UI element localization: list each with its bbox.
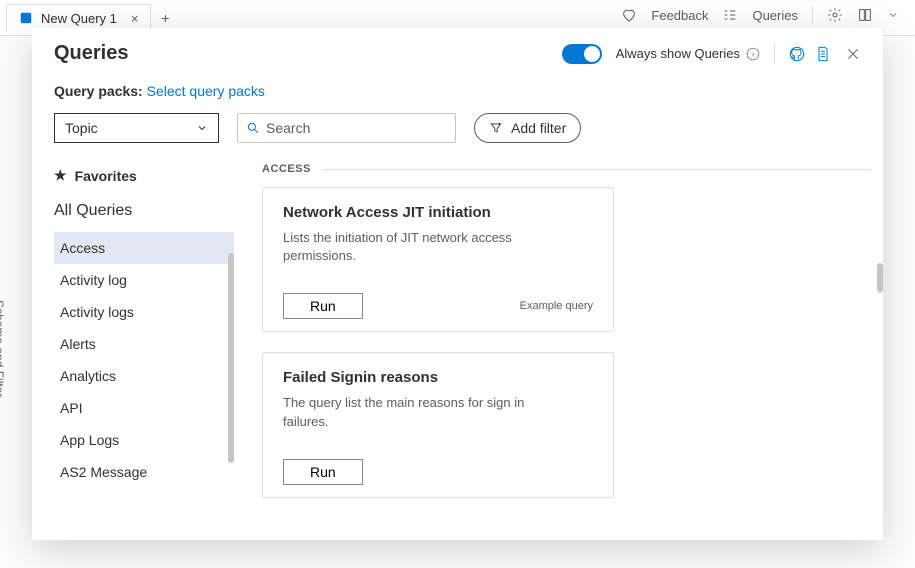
section-label: ACCESS	[262, 163, 311, 175]
example-query-label: Example query	[520, 300, 593, 312]
always-show-label: Always show Queries	[616, 46, 740, 61]
divider	[323, 169, 871, 170]
query-card: Network Access JIT initiationLists the i…	[262, 187, 614, 332]
sidebar-item-analytics[interactable]: Analytics	[54, 360, 234, 392]
controls-row: Topic Add filter	[32, 113, 883, 153]
search-input[interactable]	[266, 120, 447, 136]
run-button[interactable]: Run	[283, 293, 363, 319]
separator	[774, 44, 775, 64]
main-scrollbar-thumb[interactable]	[877, 263, 883, 293]
card-title: Failed Signin reasons	[283, 369, 593, 394]
dropdown-value: Topic	[65, 120, 98, 136]
topic-dropdown[interactable]: Topic	[54, 113, 219, 143]
star-icon: ★	[54, 167, 67, 184]
document-icon[interactable]	[815, 46, 831, 62]
sidebar-list: AccessActivity logActivity logsAlertsAna…	[54, 232, 234, 488]
sidebar-item-alerts[interactable]: Alerts	[54, 328, 234, 360]
add-filter-button[interactable]: Add filter	[474, 113, 581, 143]
filter-add-icon	[489, 121, 503, 135]
github-icon[interactable]	[789, 46, 805, 62]
card-description: The query list the main reasons for sign…	[283, 394, 543, 458]
card-description: Lists the initiation of JIT network acce…	[283, 229, 543, 293]
sidebar: ★ Favorites All Queries AccessActivity l…	[54, 153, 234, 540]
select-query-packs-link[interactable]: Select query packs	[147, 83, 265, 99]
query-packs-label: Query packs:	[54, 83, 143, 99]
info-icon[interactable]	[746, 47, 760, 61]
sidebar-item-app-logs[interactable]: App Logs	[54, 424, 234, 456]
modal-overlay: Queries Always show Queries Query packs:…	[0, 0, 915, 568]
dialog-header: Queries Always show Queries	[32, 28, 883, 73]
sidebar-item-activity-logs[interactable]: Activity logs	[54, 296, 234, 328]
favorites-label: Favorites	[75, 168, 137, 184]
all-queries-header[interactable]: All Queries	[54, 202, 234, 232]
run-button[interactable]: Run	[283, 459, 363, 485]
dialog-title: Queries	[54, 42, 128, 65]
close-dialog-button[interactable]	[845, 46, 861, 62]
always-show-toggle[interactable]	[562, 44, 602, 64]
favorites-header[interactable]: ★ Favorites	[54, 153, 234, 202]
query-packs-row: Query packs: Select query packs	[32, 73, 883, 113]
sidebar-item-api[interactable]: API	[54, 392, 234, 424]
add-filter-label: Add filter	[511, 120, 566, 136]
queries-dialog: Queries Always show Queries Query packs:…	[32, 28, 883, 540]
card-title: Network Access JIT initiation	[283, 204, 593, 229]
sidebar-item-as2-message[interactable]: AS2 Message	[54, 456, 234, 488]
sidebar-item-access[interactable]: Access	[54, 232, 234, 264]
chevron-down-icon	[196, 122, 208, 134]
sidebar-item-activity-log[interactable]: Activity log	[54, 264, 234, 296]
main-content: ACCESS Network Access JIT initiationList…	[234, 153, 883, 540]
query-card: Failed Signin reasonsThe query list the …	[262, 352, 614, 497]
search-box[interactable]	[237, 113, 456, 143]
search-icon	[246, 121, 260, 135]
